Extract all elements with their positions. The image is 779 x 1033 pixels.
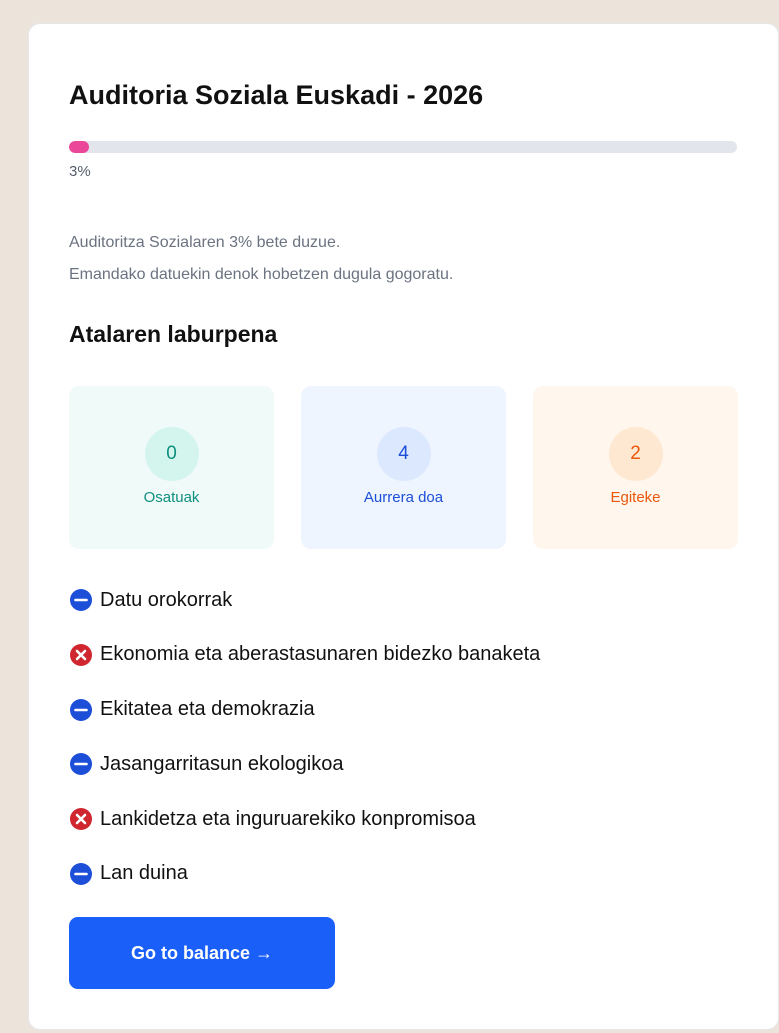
- minus-circle-icon: [69, 698, 93, 722]
- section-label: Ekitatea eta demokrazia: [100, 698, 315, 721]
- section-label: Jasangarritasun ekologikoa: [100, 752, 344, 775]
- stat-label: Osatuak: [143, 489, 200, 506]
- minus-circle-icon: [69, 588, 93, 612]
- stat-count: 2: [608, 427, 663, 481]
- stat-label: Egiteke: [610, 489, 661, 506]
- section-label: Ekonomia eta aberastasunaren bidezko ban…: [100, 643, 541, 666]
- section-item: Lan duina: [69, 858, 540, 890]
- audit-card: Auditoria Soziala Euskadi - 2026 3% Audi…: [28, 23, 779, 1030]
- section-item: Jasangarritasun ekologikoa: [69, 748, 540, 780]
- stat-count: 0: [144, 427, 199, 481]
- description-line: Auditoritza Sozialaren 3% bete duzue.: [69, 234, 341, 251]
- description-line: Emandako datuekin denok hobetzen dugula …: [69, 266, 454, 283]
- stat-count: 4: [376, 427, 431, 481]
- stat-box-in-progress: 4 Aurrera doa: [301, 386, 506, 549]
- section-item: Lankidetza eta inguruarekiko konpromisoa: [69, 803, 540, 835]
- go-to-balance-button[interactable]: Go to balance →: [69, 917, 335, 989]
- x-circle-icon: [69, 807, 93, 831]
- section-item: Ekitatea eta demokrazia: [69, 694, 540, 726]
- minus-circle-icon: [69, 752, 93, 776]
- progress-fill: [69, 141, 90, 153]
- section-label: Datu orokorrak: [100, 588, 233, 611]
- progress-label: 3%: [69, 163, 91, 180]
- section-list: Datu orokorrak Ekonomia eta aberastasuna…: [69, 584, 540, 913]
- section-label: Lankidetza eta inguruarekiko konpromisoa: [100, 807, 476, 830]
- section-label: Lan duina: [100, 862, 188, 885]
- section-item: Ekonomia eta aberastasunaren bidezko ban…: [69, 639, 540, 671]
- card-title: Auditoria Soziala Euskadi - 2026: [69, 80, 484, 110]
- stat-box-pending: 2 Egiteke: [533, 386, 738, 549]
- progress-bar: [69, 141, 737, 153]
- stat-label: Aurrera doa: [363, 489, 444, 506]
- description: Auditoritza Sozialaren 3% bete duzue. Em…: [69, 227, 453, 291]
- minus-circle-icon: [69, 862, 93, 886]
- section-item: Datu orokorrak: [69, 584, 540, 616]
- stat-box-completed: 0 Osatuak: [69, 386, 274, 549]
- summary-title: Atalaren laburpena: [69, 321, 278, 347]
- x-circle-icon: [69, 643, 93, 667]
